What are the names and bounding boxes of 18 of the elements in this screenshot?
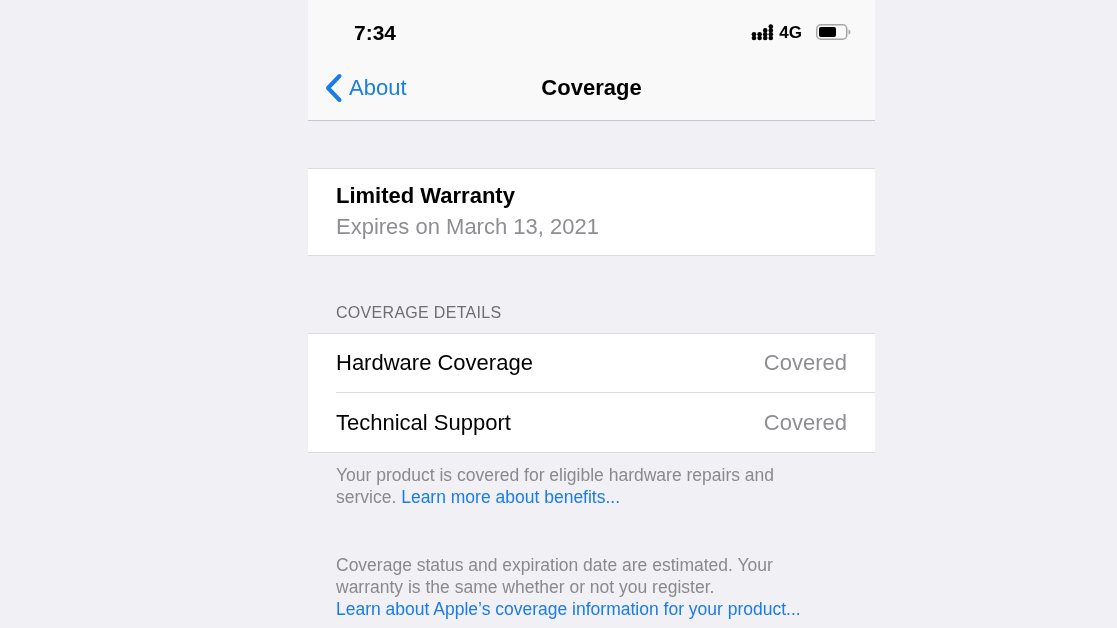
footnote-text: Coverage status and expiration date are estimated. Your warranty is the same whether or not you register. Learn about Apple’s coverage information for your product... (335, 554, 802, 620)
signal-icon (751, 23, 775, 41)
warranty-title: Limited Warranty (336, 182, 515, 210)
battery-icon (816, 24, 851, 40)
screen-title: Coverage (541, 77, 642, 99)
learn-more-link[interactable]: Learn more about benefits... (401, 487, 621, 507)
section-header: COVERAGE DETAILS (336, 303, 502, 323)
footnote-text: Your product is covered for eligible hardware repairs and service. Learn more about benefits... (335, 464, 776, 508)
status-time: 7:34 (354, 21, 397, 43)
coverage-label: Hardware Coverage (336, 352, 533, 374)
coverage-status: Covered (763, 352, 847, 374)
coverage-label: Technical Support (336, 411, 511, 434)
back-button[interactable]: About (308, 73, 407, 103)
back-chevron-icon (324, 73, 343, 103)
network-type: 4G (779, 23, 802, 41)
warranty-expiry: Expires on March 13, 2021 (336, 213, 599, 241)
coverage-status: Covered (763, 411, 847, 434)
learn-more-link[interactable]: Learn about Apple’s coverage information for your product... (336, 599, 801, 619)
